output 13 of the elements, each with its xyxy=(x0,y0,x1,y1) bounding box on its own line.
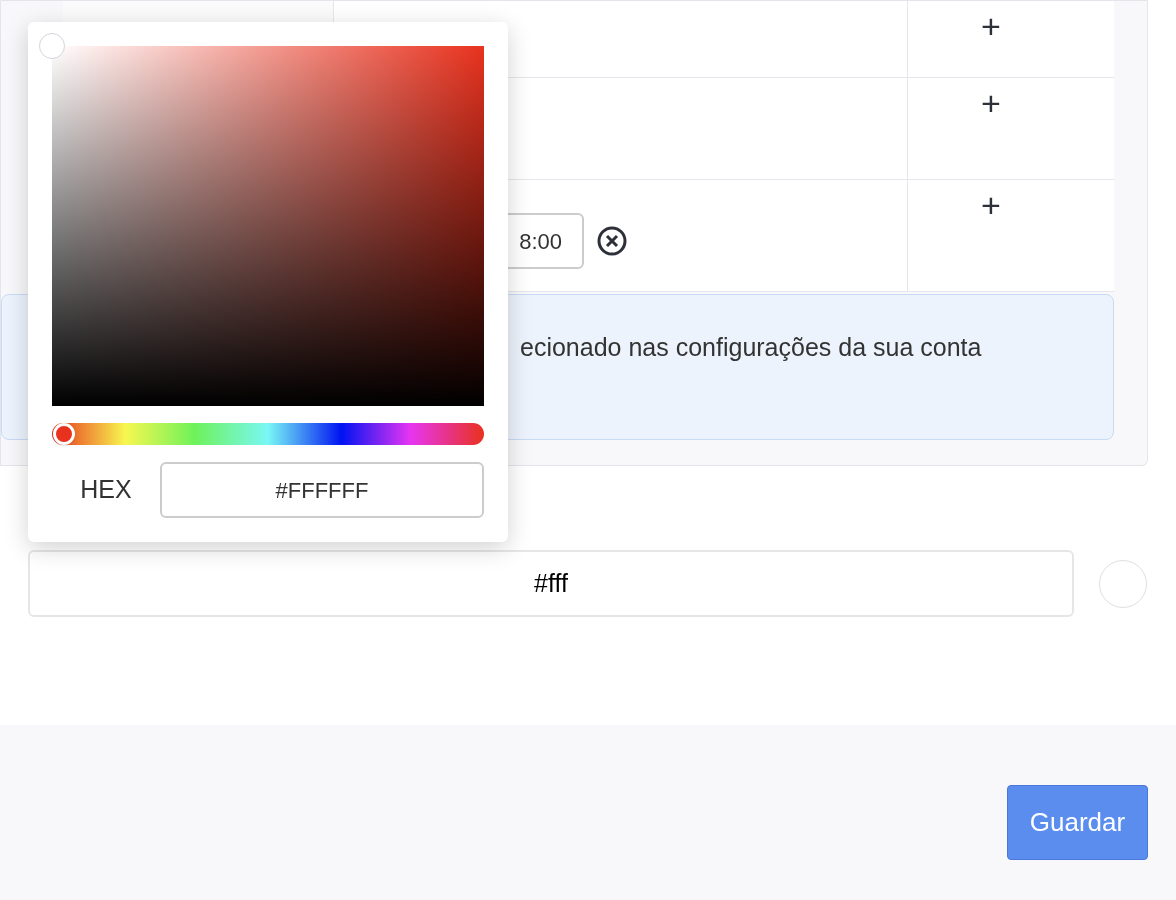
notice-text: ecionado nas configurações da sua conta xyxy=(520,333,982,361)
color-input-field[interactable]: #fff xyxy=(28,550,1074,617)
add-button[interactable]: + xyxy=(981,86,1001,126)
clear-icon[interactable] xyxy=(596,225,628,257)
hex-label: HEX xyxy=(79,474,133,506)
saturation-handle[interactable] xyxy=(39,33,65,59)
color-swatch[interactable] xyxy=(1099,559,1147,608)
add-button[interactable]: + xyxy=(981,188,1001,228)
hue-handle[interactable] xyxy=(53,423,75,445)
hue-slider[interactable] xyxy=(52,423,484,445)
add-button[interactable]: + xyxy=(981,9,1001,49)
saturation-area[interactable] xyxy=(52,46,484,406)
hex-input-field[interactable]: #FFFFFF xyxy=(160,462,484,518)
